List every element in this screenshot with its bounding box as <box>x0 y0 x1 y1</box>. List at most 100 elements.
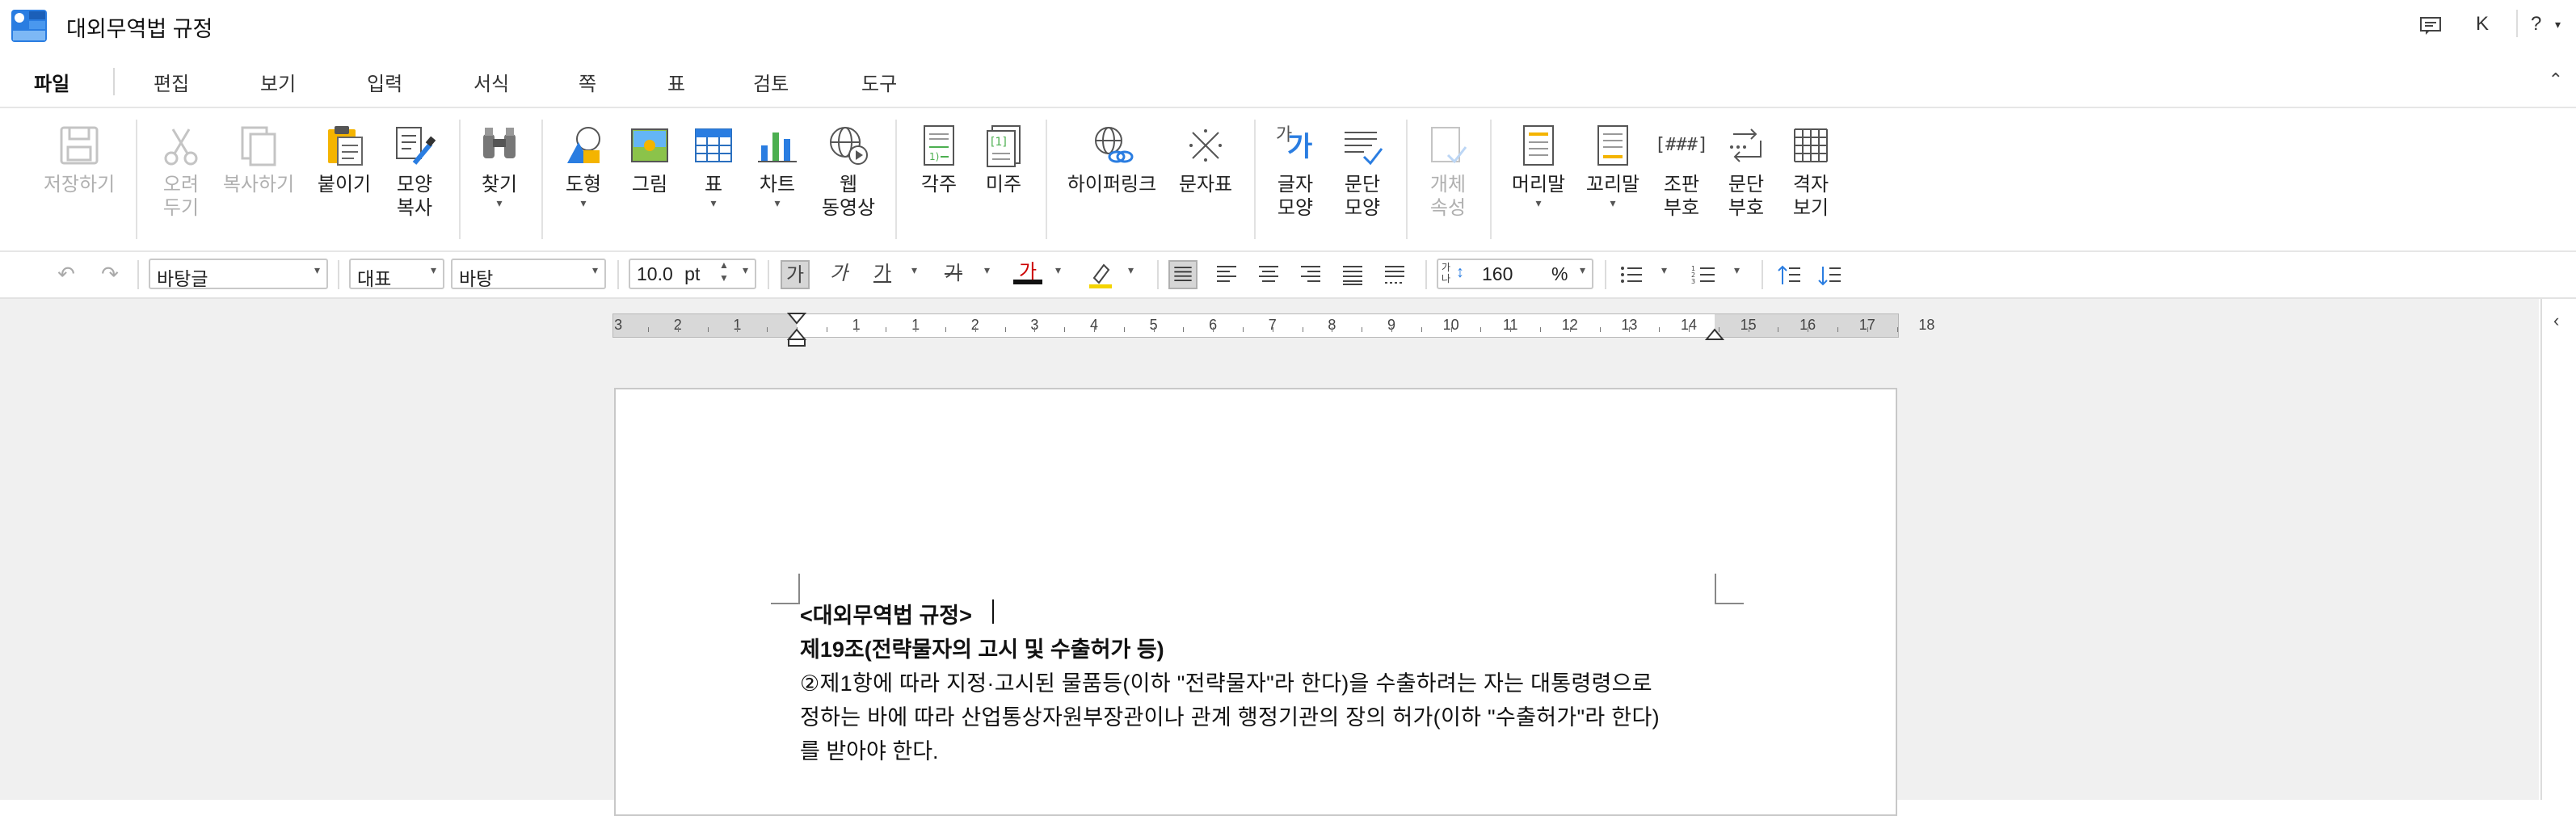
shape-button[interactable]: 도형 ▾ <box>554 123 612 209</box>
shape-dropdown-icon[interactable]: ▾ <box>554 196 612 209</box>
field-code-button[interactable]: [###] 조판 부호 <box>1653 123 1710 220</box>
strikethrough-dropdown-icon[interactable]: ▾ <box>984 263 990 277</box>
numbered-list-icon[interactable]: 123 <box>1689 260 1718 289</box>
ruler-tick <box>915 327 917 332</box>
increase-level-icon[interactable] <box>1774 260 1804 289</box>
bullet-list-dropdown-icon[interactable]: ▾ <box>1661 263 1667 277</box>
right-indent-marker-icon[interactable] <box>1705 326 1724 341</box>
table-button[interactable]: 표 ▾ <box>687 123 740 209</box>
italic-button[interactable]: 가 <box>824 260 853 289</box>
font-size-select[interactable]: 10.0 pt ▲ ▼ ▾ <box>629 259 756 289</box>
header-button[interactable]: 머리말 ▾ <box>1505 123 1572 209</box>
para-mark-label-2: 부호 <box>1728 197 1765 219</box>
footer-label: 꼬리말 <box>1585 174 1640 196</box>
menu-table[interactable]: 표 <box>667 68 685 96</box>
table-icon <box>695 128 732 162</box>
ruler-tick <box>974 327 976 332</box>
chart-button[interactable]: 차트 ▾ <box>750 123 805 209</box>
doc-paragraph-line[interactable]: 를 받아야 한다. <box>800 734 939 765</box>
doc-heading[interactable]: <대외무역법 규정> <box>800 598 972 629</box>
indent-marker-icon[interactable] <box>785 312 808 349</box>
bold-button[interactable]: 가 <box>781 260 810 289</box>
save-button[interactable]: 저장하기 <box>39 123 120 196</box>
comment-icon[interactable] <box>2419 16 2442 36</box>
menu-view[interactable]: 보기 <box>260 68 296 96</box>
toolbar-divider <box>768 260 769 289</box>
object-properties-button[interactable]: 개체 속성 <box>1419 123 1477 220</box>
highlighter-dropdown-icon[interactable]: ▾ <box>1128 263 1134 277</box>
side-panel-toggle[interactable]: ‹ <box>2540 299 2576 800</box>
footnote-button[interactable]: 1) 각주 <box>910 123 968 196</box>
font-size-stepper[interactable]: ▲ ▼ <box>719 259 729 284</box>
divide-icon[interactable] <box>1380 260 1409 289</box>
footer-button[interactable]: 꼬리말 ▾ <box>1579 123 1647 209</box>
ribbon-divider <box>1406 120 1408 239</box>
strikethrough-button[interactable]: 가 <box>939 260 968 289</box>
copy-button[interactable]: 복사하기 <box>218 123 299 196</box>
find-dropdown-icon[interactable]: ▾ <box>470 196 528 209</box>
bullet-list-icon[interactable] <box>1616 260 1645 289</box>
distribute-icon[interactable] <box>1338 260 1367 289</box>
endnote-button[interactable]: [1] 미주 <box>974 123 1033 196</box>
chart-dropdown-icon[interactable]: ▾ <box>750 196 805 209</box>
undo-icon[interactable]: ↶ <box>52 260 81 289</box>
menu-review[interactable]: 검토 <box>753 68 789 96</box>
menu-page[interactable]: 쪽 <box>579 68 596 96</box>
font-color-dropdown-icon[interactable]: ▾ <box>1055 263 1061 277</box>
table-dropdown-icon[interactable]: ▾ <box>687 196 740 209</box>
menu-tools[interactable]: 도구 <box>861 68 897 96</box>
underline-button[interactable]: 가 <box>868 260 897 289</box>
menu-file[interactable]: 파일 <box>34 68 69 96</box>
toolbar-divider <box>1762 260 1763 289</box>
numbered-list-dropdown-icon[interactable]: ▾ <box>1734 263 1740 277</box>
menu-edit[interactable]: 편집 <box>154 68 189 96</box>
doc-paragraph-line[interactable]: ②제1항에 따라 지정·고시된 물품등(이하 "전략물자"라 한다)을 수출하려… <box>800 666 1652 697</box>
underline-dropdown-icon[interactable]: ▾ <box>911 263 917 277</box>
highlighter-icon[interactable] <box>1086 260 1115 289</box>
font-color-button[interactable]: 가 <box>1013 260 1042 284</box>
help-dropdown-icon[interactable]: ▾ <box>2555 18 2561 32</box>
doc-paragraph-line[interactable]: 정하는 바에 따라 산업통상자원부장관이나 관계 행정기관의 장의 허가(이하 … <box>800 700 1660 731</box>
char-shape-button[interactable]: 가 가 글자 모양 <box>1267 123 1324 220</box>
web-video-button[interactable]: 웹 동영상 <box>814 123 882 220</box>
align-right-icon[interactable] <box>1296 260 1325 289</box>
collapse-ribbon-icon[interactable]: ⌃ <box>2549 69 2563 90</box>
char-map-label: 문자표 <box>1178 174 1233 196</box>
line-spacing-select[interactable]: 가나 ↕ 160 % ▾ <box>1437 259 1593 289</box>
find-button[interactable]: 찾기 ▾ <box>470 123 528 209</box>
hyperlink-label: 하이퍼링크 <box>1067 174 1157 196</box>
language-select[interactable]: 대표 ▾ <box>349 259 444 289</box>
decrease-level-icon[interactable] <box>1815 260 1844 289</box>
ruler-tick <box>1064 327 1066 332</box>
web-video-icon <box>830 127 868 165</box>
menu-format[interactable]: 서식 <box>474 68 509 96</box>
font-select[interactable]: 바탕 ▾ <box>451 259 606 289</box>
style-select[interactable]: 바탕글 ▾ <box>149 259 328 289</box>
redo-icon[interactable]: ↷ <box>95 260 124 289</box>
footer-dropdown-icon[interactable]: ▾ <box>1579 196 1647 209</box>
format-copy-button[interactable]: 모양 복사 <box>383 123 446 220</box>
grid-view-button[interactable]: 격자 보기 <box>1783 123 1839 220</box>
cut-label-2: 두기 <box>162 197 200 219</box>
user-avatar[interactable]: K <box>2476 13 2489 36</box>
menu-insert[interactable]: 입력 <box>367 68 402 96</box>
hyperlink-button[interactable]: 하이퍼링크 <box>1062 123 1162 196</box>
paste-label: 붙이기 <box>317 174 372 196</box>
header-dropdown-icon[interactable]: ▾ <box>1505 196 1572 209</box>
paste-button[interactable]: 붙이기 <box>309 123 380 196</box>
align-left-icon[interactable] <box>1212 260 1241 289</box>
para-shape-button[interactable]: 문단 모양 <box>1333 123 1391 220</box>
align-center-icon[interactable] <box>1254 260 1283 289</box>
doc-article-title[interactable]: 제19조(전략물자의 고시 및 수출허가 등) <box>800 632 1164 663</box>
char-map-button[interactable]: 문자표 <box>1170 123 1241 196</box>
cut-button[interactable]: 오려 두기 <box>152 123 210 220</box>
picture-icon <box>631 128 668 162</box>
para-mark-button[interactable]: 문단 부호 <box>1718 123 1774 220</box>
justify-icon[interactable] <box>1168 260 1198 289</box>
endnote-label: 미주 <box>985 174 1022 196</box>
help-button[interactable]: ? <box>2531 13 2541 36</box>
field-code-label-2: 부호 <box>1663 197 1700 219</box>
picture-button[interactable]: 그림 <box>622 123 677 196</box>
ruler-tick <box>737 327 739 332</box>
format-copy-label-1: 모양 <box>396 174 433 196</box>
